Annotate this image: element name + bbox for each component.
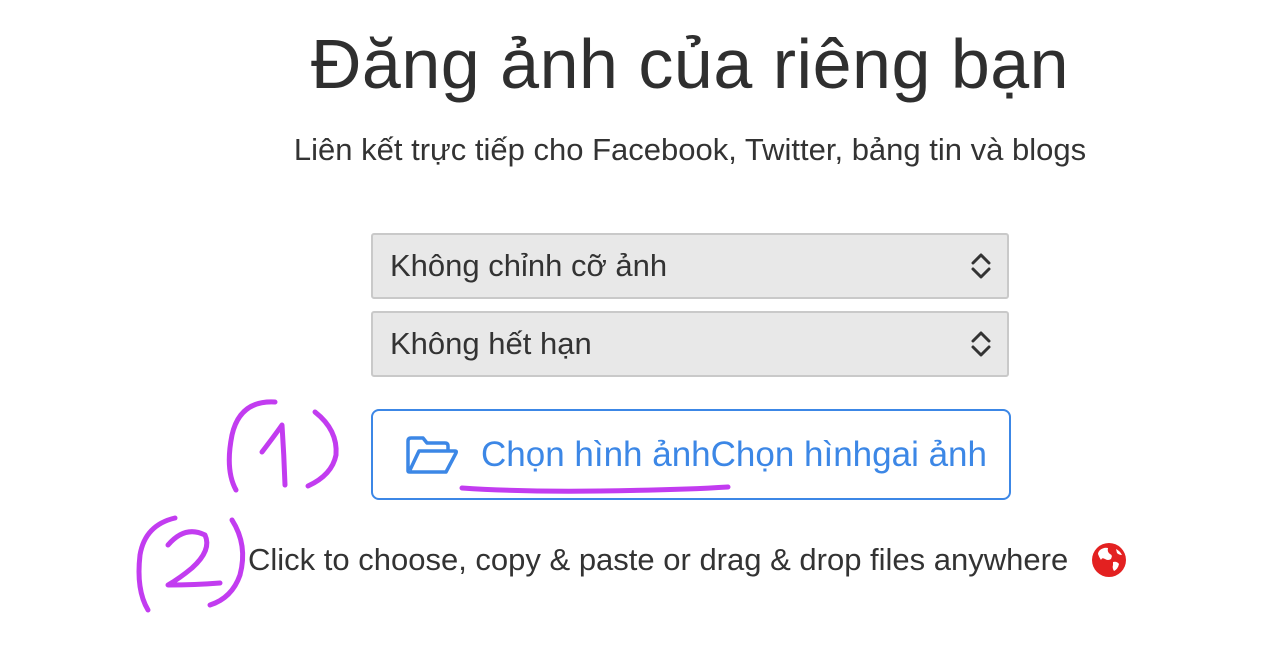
folder-open-icon [406,436,459,474]
annotation-marker-1 [226,399,278,493]
chevron-up-down-icon [971,331,991,357]
expire-select-value: Không hết hạn [390,326,592,361]
resize-select-value: Không chỉnh cỡ ảnh [390,248,668,283]
choose-images-button[interactable]: Chọn hình ảnhChọn hìnhgai ảnh [371,409,1011,500]
chevron-up-down-icon [971,253,991,279]
globe-icon [1092,543,1126,577]
annotation-marker-2 [136,515,178,613]
page-title: Đăng ảnh của riêng bạn [310,25,1070,103]
resize-select[interactable]: Không chỉnh cỡ ảnh [371,233,1009,299]
page-subtitle: Liên kết trực tiếp cho Facebook, Twitter… [293,132,1087,167]
upload-page: Đăng ảnh của riêng bạn Liên kết trực tiế… [0,0,1279,646]
expire-select[interactable]: Không hết hạn [371,311,1009,377]
upload-hint-text: Click to choose, copy & paste or drag & … [248,542,1069,577]
choose-images-label: Chọn hình ảnhChọn hìnhgai ảnh [481,435,987,474]
